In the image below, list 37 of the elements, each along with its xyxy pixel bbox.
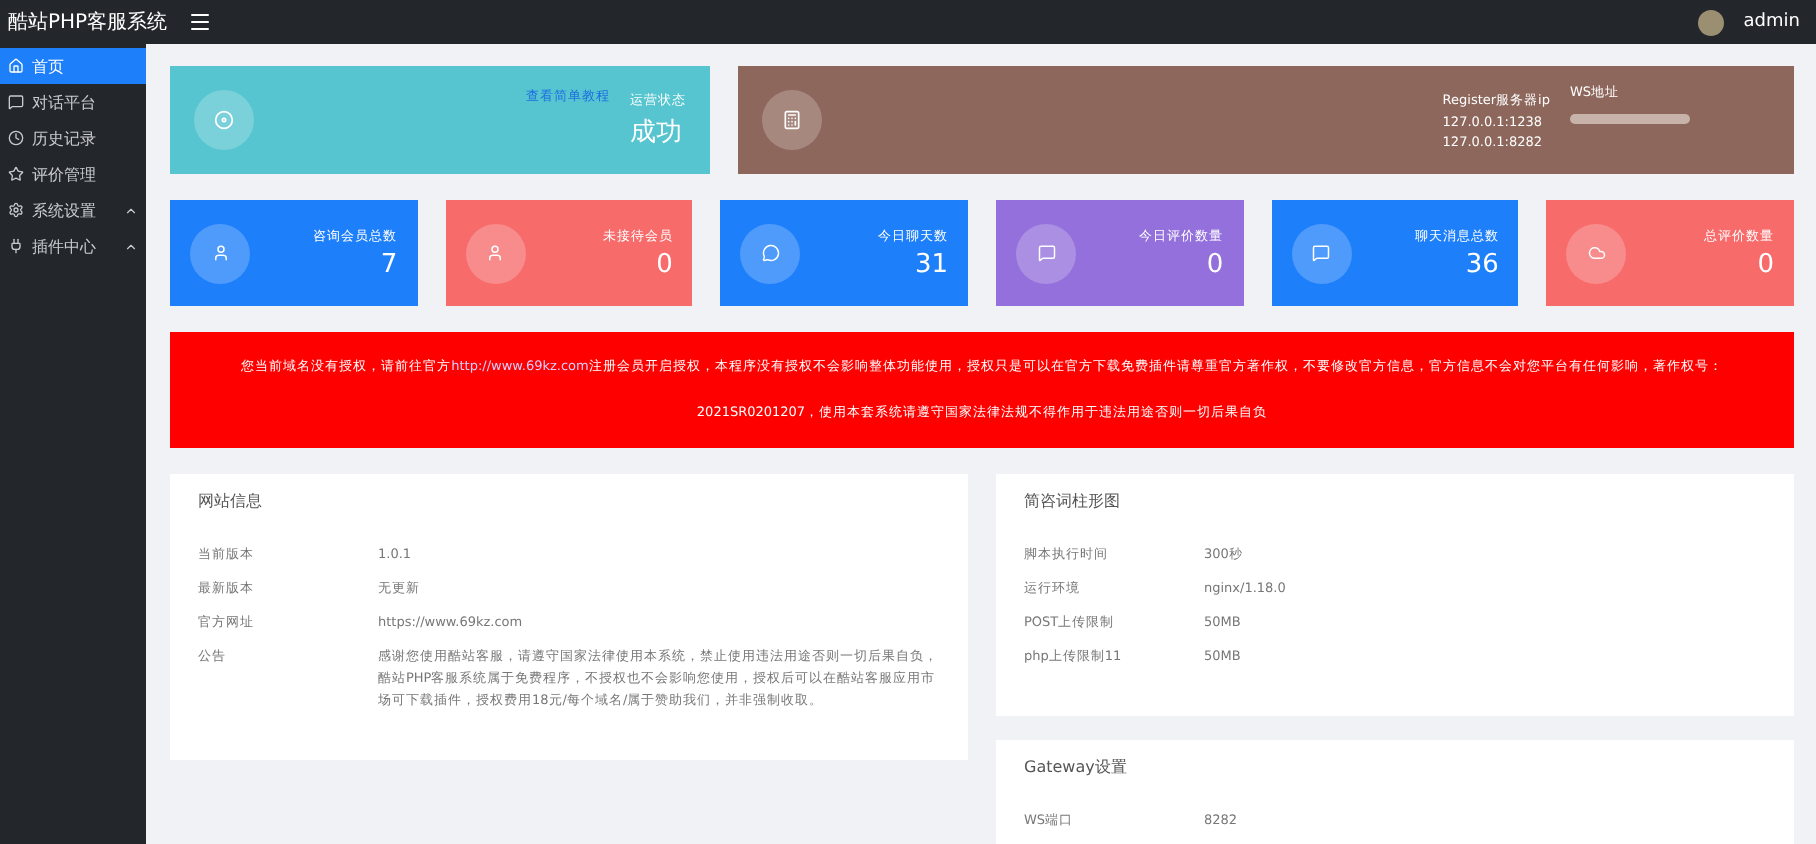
- app-title: 酷站PHP客服系统: [8, 9, 168, 36]
- stat-value: 0: [1757, 249, 1775, 279]
- sidebar-item[interactable]: 系统设置: [0, 192, 146, 228]
- stat-icon: [1016, 223, 1077, 283]
- item-icon: [8, 238, 24, 254]
- stat-icon: [1291, 223, 1352, 283]
- stat-value: 36: [1465, 249, 1499, 279]
- stat-icon: [465, 223, 526, 283]
- stat-value: 7: [380, 249, 398, 279]
- item-icon: [8, 94, 24, 110]
- disc-icon: [194, 90, 254, 150]
- sidebar-item[interactable]: 首页: [0, 48, 146, 84]
- panel-title: Gateway设置: [1024, 756, 1129, 778]
- panel-title: 网站信息: [198, 490, 264, 512]
- stat-value: 0: [656, 249, 673, 279]
- panel-title: 简咨词柱形图: [1024, 490, 1122, 512]
- blurred-value: [1570, 114, 1690, 124]
- user-name[interactable]: admin: [1743, 12, 1800, 32]
- item-icon: [8, 58, 24, 74]
- stat-icon: [740, 223, 801, 283]
- item-icon: [8, 166, 24, 182]
- sidebar-item[interactable]: 历史记录: [0, 120, 146, 156]
- chevron-icon: [124, 239, 138, 253]
- sidebar-item[interactable]: 评价管理: [0, 156, 146, 192]
- avatar[interactable]: [1697, 9, 1724, 35]
- stat-icon: [190, 223, 250, 283]
- status-value: 成功: [630, 115, 685, 149]
- stat-icon: [1566, 223, 1627, 283]
- chevron-icon: [124, 203, 138, 217]
- item-icon: [8, 130, 24, 146]
- stat-value: 0: [1206, 249, 1224, 279]
- item-icon: [8, 202, 24, 218]
- sidebar-item[interactable]: 对话平台: [0, 84, 146, 120]
- calculator-icon: [762, 90, 823, 150]
- sidebar-item[interactable]: 插件中心: [0, 228, 146, 264]
- stat-value: 31: [914, 249, 949, 279]
- menu-icon[interactable]: [187, 10, 212, 34]
